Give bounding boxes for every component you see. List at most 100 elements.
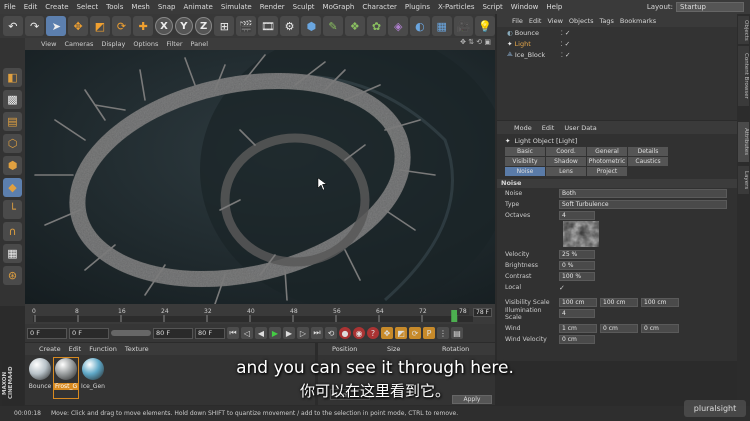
side-tab-objects[interactable]: Objects (738, 16, 749, 44)
tab-caustics[interactable]: Caustics (628, 157, 668, 166)
object-menu-edit[interactable]: Edit (526, 17, 545, 25)
keyframe-selection-icon[interactable]: ? (367, 327, 379, 339)
contrast-field[interactable]: 100 % (559, 272, 595, 281)
layout-dropdown[interactable]: Startup (676, 2, 744, 12)
object-row-bounce[interactable]: ◐ Bounce ⁚ ✓ (497, 27, 737, 38)
axis-mode-icon[interactable]: └ (3, 200, 22, 219)
viewport-menu-options[interactable]: Options (129, 40, 162, 48)
wind-y[interactable]: 0 cm (600, 324, 638, 333)
brightness-field[interactable]: 0 % (559, 261, 595, 270)
edges-mode-icon[interactable]: ⬢ (3, 156, 22, 175)
viewport-menu-filter[interactable]: Filter (162, 40, 186, 48)
object-menu-file[interactable]: File (509, 17, 526, 25)
main-menu-render[interactable]: Render (256, 3, 289, 11)
main-menu-mograph[interactable]: MoGraph (319, 3, 359, 11)
goto-end-icon[interactable]: ⏭ (311, 327, 323, 339)
checkerboard-icon[interactable]: ▦ (3, 244, 22, 263)
material-menu-edit[interactable]: Edit (65, 345, 86, 353)
goto-start-icon[interactable]: ⏮ (227, 327, 239, 339)
visibility-scale-y[interactable]: 100 cm (600, 298, 638, 307)
next-key-icon[interactable]: ▷ (297, 327, 309, 339)
scale-key-icon[interactable]: ◩ (395, 327, 407, 339)
illumination-scale-field[interactable]: 4 (559, 309, 595, 318)
main-menu-window[interactable]: Window (507, 3, 543, 11)
material-menu-create[interactable]: Create (35, 345, 65, 353)
main-menu-sculpt[interactable]: Sculpt (289, 3, 319, 11)
viewport-menu-display[interactable]: Display (97, 40, 129, 48)
timeline-end-field[interactable]: 78 F (473, 308, 492, 317)
play-icon[interactable]: ▶ (269, 327, 281, 339)
tab-lens[interactable]: Lens (546, 167, 586, 176)
param-key-icon[interactable]: P (423, 327, 435, 339)
y-axis-lock-icon[interactable]: Y (174, 17, 193, 35)
undo-icon[interactable]: ↶ (3, 16, 23, 36)
loop-icon[interactable]: ⟲ (325, 327, 337, 339)
side-tab-layers[interactable]: Layers (738, 166, 749, 194)
tab-general[interactable]: General (587, 147, 627, 156)
main-menu-edit[interactable]: Edit (20, 3, 42, 11)
object-menu-tags[interactable]: Tags (596, 17, 616, 25)
tab-photometric[interactable]: Photometric (587, 157, 627, 166)
move-tool-icon[interactable]: ✥ (68, 16, 88, 36)
timeline-window-icon[interactable]: ▤ (451, 327, 463, 339)
main-menu-file[interactable]: File (0, 3, 20, 11)
viewport-menu-cameras[interactable]: Cameras (60, 40, 97, 48)
polygons-mode-icon[interactable]: ◆ (3, 178, 22, 197)
redo-icon[interactable]: ↷ (24, 16, 45, 36)
tab-visibility[interactable]: Visibility (505, 157, 545, 166)
render-view-icon[interactable]: 🎬 (236, 16, 256, 36)
cube-object-icon[interactable]: ⬢ (301, 16, 322, 36)
wind-z[interactable]: 0 cm (641, 324, 679, 333)
main-menu-character[interactable]: Character (358, 3, 401, 11)
frame-range-slider[interactable] (111, 330, 151, 336)
texture-mode-icon[interactable]: ▩ (3, 90, 22, 109)
tab-project[interactable]: Project (587, 167, 627, 176)
position-key-icon[interactable]: ✥ (381, 327, 393, 339)
side-tab-content-browser[interactable]: Content Browser (738, 46, 749, 106)
object-row-light[interactable]: ✦ Light ⁚ ✓ (497, 38, 737, 49)
main-menu-script[interactable]: Script (478, 3, 506, 11)
floor-icon[interactable]: ▦ (431, 16, 452, 36)
tab-noise[interactable]: Noise (505, 167, 545, 176)
tab-details[interactable]: Details (628, 147, 668, 156)
attribute-menu-edit[interactable]: Edit (537, 124, 560, 132)
timeline[interactable]: 0 8 16 24 32 40 48 56 64 72 78 78 F (25, 304, 495, 324)
environment-icon[interactable]: ◐ (410, 16, 430, 36)
record-icon[interactable]: ● (339, 327, 351, 339)
viewport-menu-panel[interactable]: Panel (187, 40, 213, 48)
main-menu-simulate[interactable]: Simulate (217, 3, 256, 11)
prev-frame-icon[interactable]: ◀ (255, 327, 267, 339)
render-settings-icon[interactable]: ⚙ (279, 16, 300, 36)
local-checkbox[interactable]: ✓ (559, 284, 565, 292)
object-menu-bookmarks[interactable]: Bookmarks (617, 17, 659, 25)
main-menu-x-particles[interactable]: X-Particles (434, 3, 478, 11)
wind-x[interactable]: 1 cm (559, 324, 597, 333)
noise-dropdown[interactable]: Both (559, 189, 727, 198)
select-tool-icon[interactable]: ➤ (46, 16, 67, 36)
rotation-key-icon[interactable]: ⟳ (409, 327, 421, 339)
tab-coord-[interactable]: Coord. (546, 147, 586, 156)
main-menu-create[interactable]: Create (41, 3, 72, 11)
spline-pen-icon[interactable]: ✎ (323, 16, 343, 36)
magnet-icon[interactable]: ∩ (3, 222, 22, 241)
main-menu-mesh[interactable]: Mesh (127, 3, 153, 11)
lock-workplane-icon[interactable]: ⊛ (3, 266, 22, 285)
main-menu-select[interactable]: Select (73, 3, 103, 11)
main-menu-tools[interactable]: Tools (102, 3, 127, 11)
workplane-icon[interactable]: ▤ (3, 112, 22, 131)
light-icon[interactable]: 💡 (475, 16, 496, 36)
viewport-nav-icons[interactable]: ✥ ⇅ ⟲ ▣ (460, 38, 491, 46)
material-menu-function[interactable]: Function (85, 345, 121, 353)
visibility-scale-z[interactable]: 100 cm (641, 298, 679, 307)
points-mode-icon[interactable]: ⬡ (3, 134, 22, 153)
add-tool-icon[interactable]: ✚ (133, 16, 154, 36)
autokey-icon[interactable]: ◉ (353, 327, 365, 339)
deformer-icon[interactable]: ◈ (388, 16, 409, 36)
wind-velocity-field[interactable]: 0 cm (559, 335, 595, 344)
viewport-menu-view[interactable]: View (37, 40, 60, 48)
main-menu-help[interactable]: Help (542, 3, 566, 11)
max-frame-field[interactable]: 80 F (153, 327, 193, 339)
array-icon[interactable]: ✿ (366, 16, 387, 36)
attribute-menu-mode[interactable]: Mode (509, 124, 537, 132)
start-frame-field[interactable]: 0 F (27, 327, 67, 339)
